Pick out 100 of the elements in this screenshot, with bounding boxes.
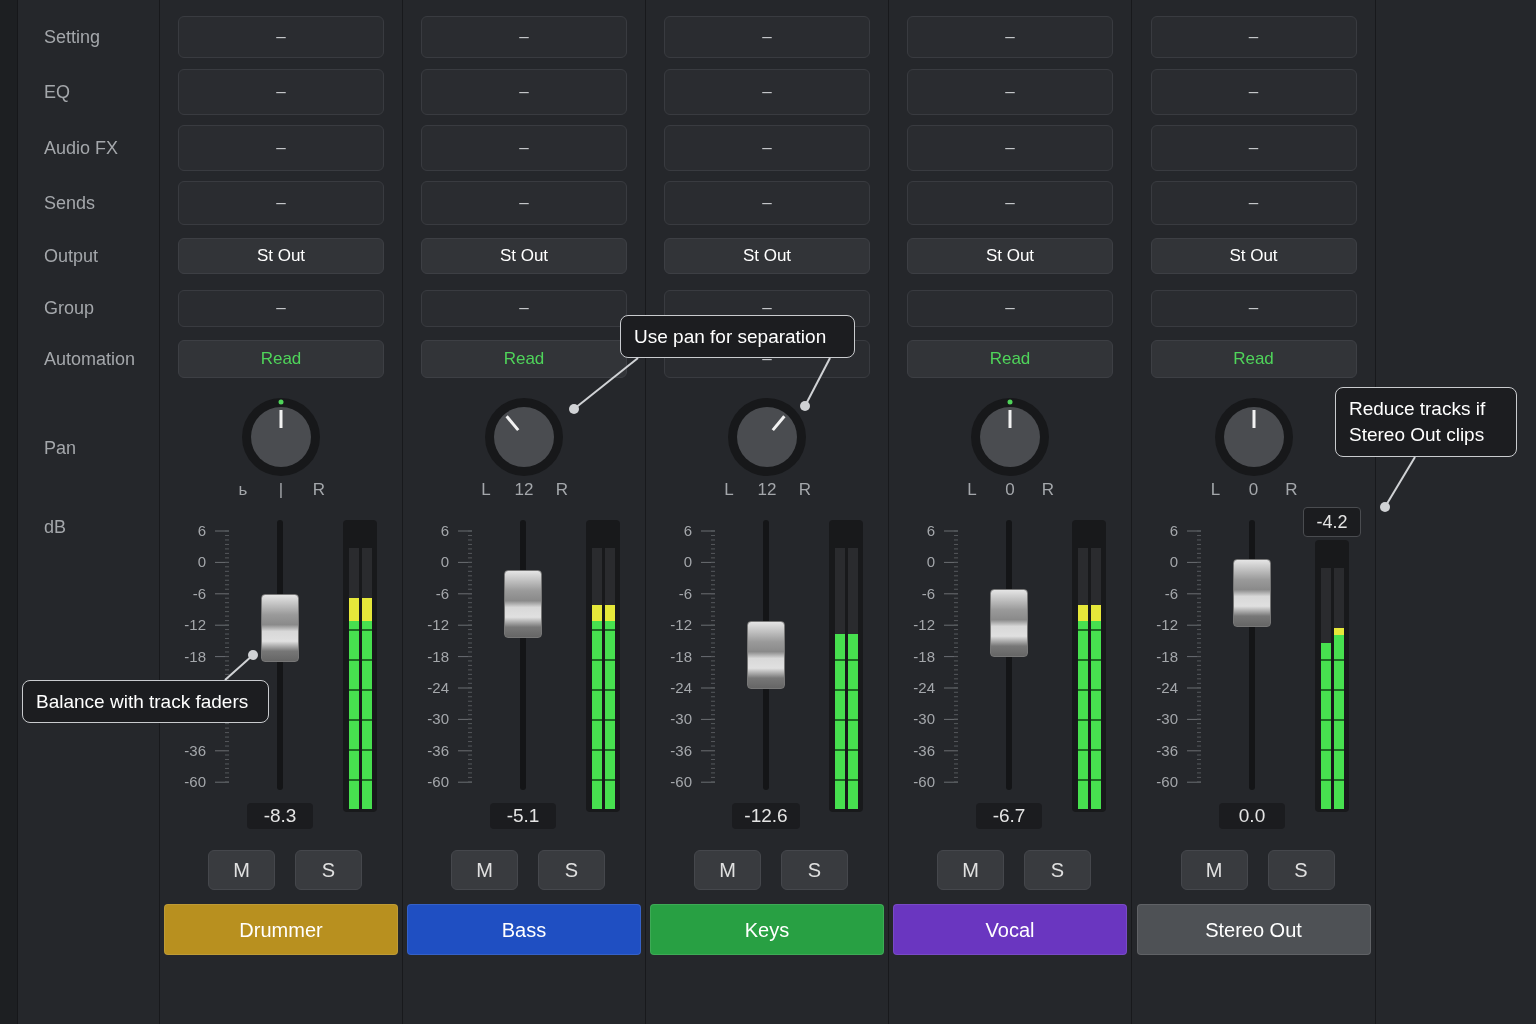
scale-label: -60 [670,774,692,790]
pan-knob[interactable] [727,397,807,477]
automation-button[interactable]: Read [178,340,384,378]
scale-label: -60 [184,774,206,790]
scale-label: 0 [440,554,449,571]
solo-button[interactable]: S [295,850,362,890]
mute-button[interactable]: M [451,850,518,890]
output-button[interactable]: St Out [1150,238,1357,274]
empty-slot[interactable]: – [178,181,384,225]
pan-label: R [797,480,813,500]
empty-slot[interactable]: – [907,16,1113,58]
empty-slot[interactable]: – [664,69,870,115]
scale-label: 6 [1169,523,1178,539]
tip-tooltip: Use pan for separation [620,315,855,358]
scale-label: 0 [683,554,692,571]
scale-label: -6 [192,585,206,602]
empty-slot[interactable]: – [907,289,1113,327]
pan-knob[interactable] [241,397,321,477]
scale-label: -36 [913,742,935,759]
output-button[interactable]: St Out [907,238,1113,274]
empty-slot[interactable]: – [421,16,627,58]
automation-button[interactable]: Read [907,340,1113,378]
scale-label: -36 [670,742,692,759]
fader-thumb[interactable] [747,621,785,689]
mute-button[interactable]: M [1180,850,1248,890]
empty-slot[interactable]: – [421,125,627,171]
empty-slot[interactable]: – [178,125,384,171]
empty-slot[interactable]: – [1150,16,1357,58]
leader-line [224,650,258,681]
scale-label: -6 [921,585,935,602]
empty-slot[interactable]: – [178,16,384,58]
volume-readout: -6.7 [976,803,1042,829]
scale-label: 6 [926,523,935,539]
channel-name-tag[interactable]: Stereo Out [1136,904,1371,955]
scale-label: -30 [1156,711,1178,728]
channel-name-tag[interactable]: Bass [407,904,641,955]
scale-label: -18 [670,648,692,665]
empty-slot[interactable]: – [907,181,1113,225]
row-label: Group [44,296,95,320]
empty-slot[interactable]: – [664,16,870,58]
automation-button[interactable]: Read [1150,340,1357,378]
scale-label: 0 [197,554,206,571]
row-label: Pan [44,436,77,460]
empty-slot[interactable]: – [664,181,870,225]
empty-slot[interactable]: – [421,181,627,225]
empty-slot[interactable]: – [664,125,870,171]
empty-slot[interactable]: – [1150,69,1357,115]
fader-thumb[interactable] [504,569,542,638]
scale-label: -12 [427,617,449,634]
scale-label: -12 [1156,617,1178,634]
scale-label: -36 [184,742,206,759]
empty-slot[interactable]: – [178,289,384,327]
pan-knob[interactable] [970,397,1050,477]
scale-label: 6 [440,523,449,539]
output-button[interactable]: St Out [664,238,870,274]
scale-label: -60 [1156,774,1178,790]
solo-button[interactable]: S [1024,850,1091,890]
pan-knob[interactable] [1213,397,1294,477]
mute-button[interactable]: M [208,850,275,890]
scale-label: -30 [427,711,449,728]
empty-slot[interactable]: – [421,289,627,327]
automation-button[interactable]: Read [421,340,627,378]
empty-slot[interactable]: – [907,69,1113,115]
output-button[interactable]: St Out [421,238,627,274]
fader-thumb[interactable] [1233,558,1271,627]
scale-label: -18 [184,648,206,665]
pan-label: R [554,480,570,500]
pan-label: ь [237,480,249,500]
empty-slot[interactable]: – [1150,181,1357,225]
scale-label: 6 [683,523,692,539]
solo-button[interactable]: S [538,850,605,890]
empty-slot[interactable]: – [178,69,384,115]
leader-line [800,357,831,411]
tip-tooltip: Balance with track faders [22,680,269,723]
volume-readout: 0.0 [1219,803,1285,829]
empty-slot[interactable]: – [1150,125,1357,171]
empty-slot[interactable]: – [1150,289,1357,327]
pan-label: R [1284,480,1299,500]
peak-readout: -4.2 [1303,507,1361,537]
pan-label: | [277,480,285,500]
scale-label: -24 [1156,679,1178,696]
channel-name-tag[interactable]: Vocal [893,904,1127,955]
output-button[interactable]: St Out [178,238,384,274]
solo-button[interactable]: S [1267,850,1335,890]
scale-label: -24 [670,679,692,696]
tip-tooltip: Reduce tracks if Stereo Out clips [1335,387,1517,457]
fader-thumb[interactable] [261,594,299,662]
mute-button[interactable]: M [694,850,761,890]
pan-knob[interactable] [484,397,564,477]
mute-button[interactable]: M [937,850,1004,890]
fader-thumb[interactable] [990,588,1028,657]
solo-button[interactable]: S [781,850,848,890]
scale-label: -36 [427,742,449,759]
scale-label: -18 [1156,648,1178,665]
volume-readout: -12.6 [732,803,800,829]
scale-label: -60 [427,774,449,790]
row-label: Audio FX [44,136,119,160]
empty-slot[interactable]: – [421,69,627,115]
empty-slot[interactable]: – [907,125,1113,171]
scale-label: -30 [670,711,692,728]
